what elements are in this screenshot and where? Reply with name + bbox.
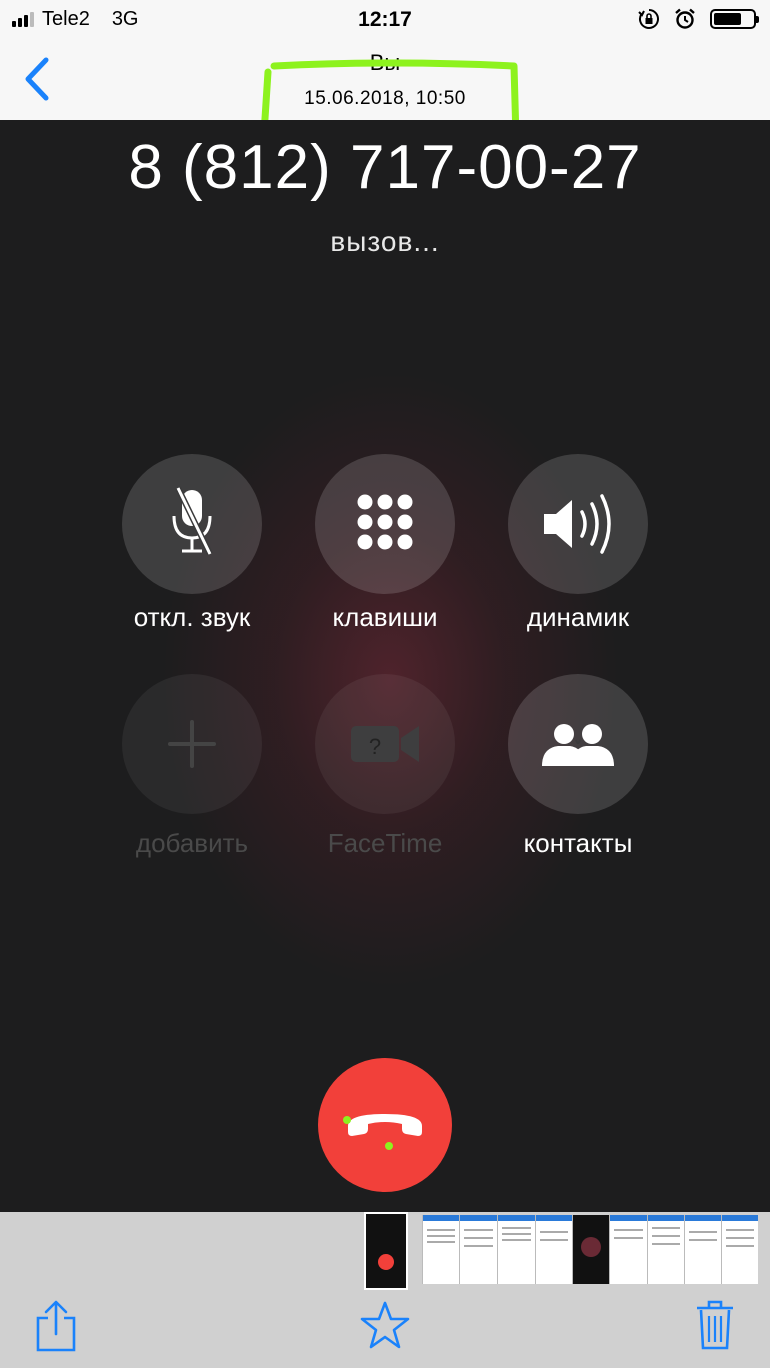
thumbnail[interactable] [572, 1215, 609, 1284]
microphone-muted-icon [172, 486, 213, 556]
thumbnail[interactable] [459, 1215, 497, 1284]
contacts-label: контакты [523, 828, 633, 858]
keypad-button[interactable] [315, 454, 455, 594]
contacts-icon [542, 724, 614, 766]
end-call-button[interactable] [318, 1058, 452, 1192]
speaker-icon [544, 494, 611, 554]
navigation-bar: Вы 15.06.2018, 10:50 [0, 40, 770, 162]
plus-icon [168, 720, 216, 768]
status-bar: Tele2 3G 12:17 [0, 0, 770, 40]
svg-text:?: ? [369, 734, 381, 759]
status-right [638, 8, 759, 30]
call-status: вызов... [330, 226, 440, 257]
battery-icon [710, 9, 759, 29]
speaker-label: динамик [526, 602, 630, 632]
thumbnail[interactable] [721, 1215, 758, 1284]
thumbnail-selected[interactable] [364, 1212, 408, 1290]
end-call-icon [343, 1114, 422, 1150]
thumbnail-strip[interactable] [0, 1212, 770, 1292]
thumbnail[interactable] [497, 1215, 535, 1284]
facetime-camera-icon: ? [351, 726, 419, 762]
phone-number: 8 (812) 717-00-27 [128, 133, 642, 202]
photo-toolbar [0, 1292, 770, 1368]
thumbnail[interactable] [647, 1215, 684, 1284]
add-call-button[interactable] [122, 674, 262, 814]
trash-icon[interactable] [694, 1296, 736, 1352]
facetime-label: FaceTime [327, 828, 443, 858]
mute-button[interactable] [122, 454, 262, 594]
add-call-label: добавить [135, 828, 249, 858]
thumbnail[interactable] [684, 1215, 721, 1284]
call-screen: 8 (812) 717-00-27 вызов... откл. звук кл… [0, 120, 770, 1212]
star-icon[interactable] [360, 1300, 410, 1350]
thumbnail[interactable] [609, 1215, 647, 1284]
contacts-button[interactable] [508, 674, 648, 814]
speaker-button[interactable] [508, 454, 648, 594]
orientation-lock-icon [638, 9, 659, 29]
keypad-label: клавиши [332, 602, 438, 632]
thumbnail[interactable] [422, 1215, 459, 1284]
keypad-icon [357, 494, 413, 550]
thumbnail[interactable] [535, 1215, 572, 1284]
share-icon[interactable] [34, 1298, 78, 1354]
mute-label: откл. звук [133, 602, 251, 632]
alarm-icon [675, 8, 695, 29]
facetime-button[interactable]: ? [315, 674, 455, 814]
